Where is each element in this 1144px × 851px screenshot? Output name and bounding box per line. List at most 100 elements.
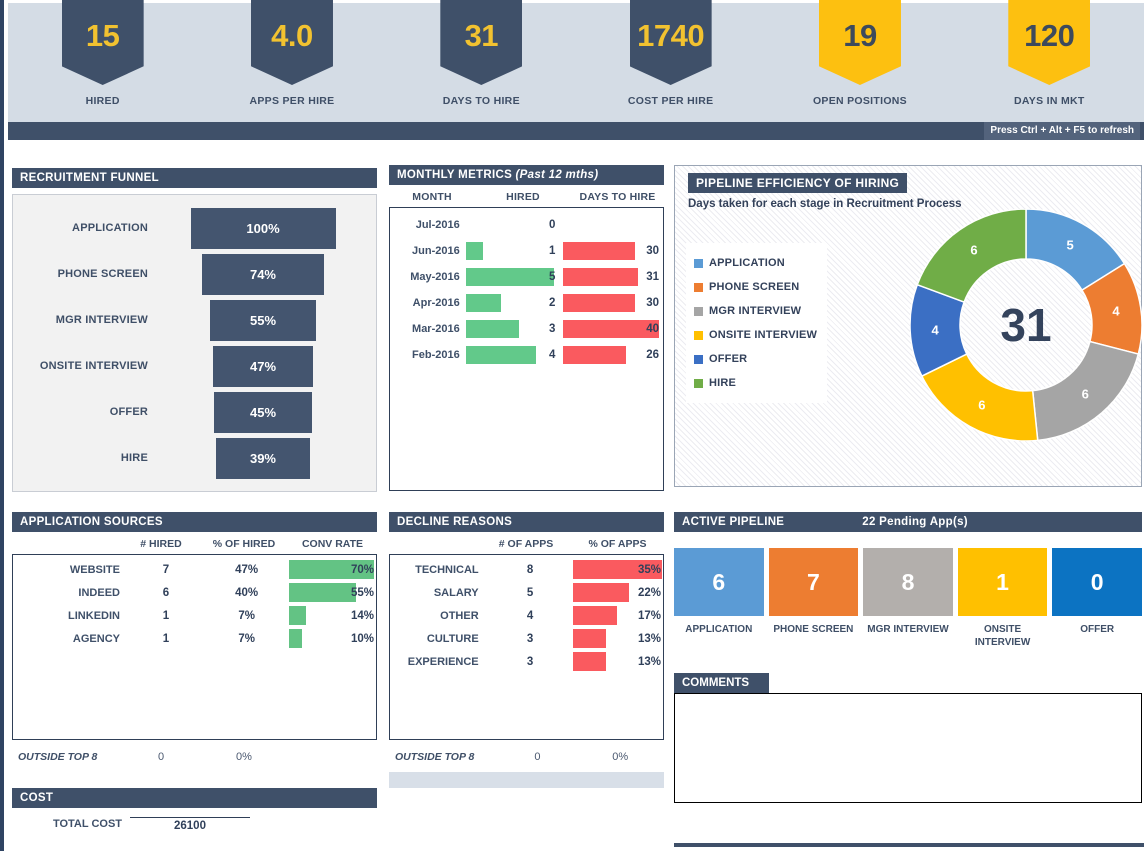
donut-legend: APPLICATION PHONE SCREEN MGR INTERVIEW ONSI… xyxy=(686,243,827,403)
decline-apps-count: 4 xyxy=(487,610,574,622)
column-pct-hired: % OF HIRED xyxy=(200,538,288,550)
funnel-stage: APPLICATION100% xyxy=(13,205,364,251)
decline-reasons-outside-row: OUTSIDE TOP 8 0 0% xyxy=(389,740,664,770)
pipeline-tile[interactable]: 6 xyxy=(674,548,764,616)
pipeline-tile-label: OFFER xyxy=(1052,623,1142,649)
legend-item: APPLICATION xyxy=(694,251,817,275)
monthly-metrics-panel: MONTHLY METRICS (Past 12 mths) MONTH HIR… xyxy=(389,165,664,491)
conv-rate-bar xyxy=(289,583,356,602)
application-source-row: AGENCY17%10% xyxy=(13,627,376,650)
kpi-flag: 19 xyxy=(819,0,901,85)
kpi-value: 4.0 xyxy=(271,20,313,65)
outside-top8-label: OUTSIDE TOP 8 xyxy=(12,751,122,763)
month-label: Feb-2016 xyxy=(390,349,466,361)
decline-reason-row: EXPERIENCE313% xyxy=(390,650,663,673)
application-sources-columns: # HIRED % OF HIRED CONV RATE xyxy=(12,532,377,554)
kpi-flag: 31 xyxy=(440,0,522,85)
days-to-hire-value: 40 xyxy=(646,323,659,335)
funnel-stage-label: HIRE xyxy=(13,452,162,464)
decline-reasons-rows: TECHNICAL835%SALARY522%OTHER417%CULTURE3… xyxy=(389,554,664,740)
outside-top8-pct: 0% xyxy=(200,751,288,763)
active-pipeline-tiles: 67810 xyxy=(674,548,1142,616)
decline-reasons-title: DECLINE REASONS xyxy=(389,512,664,532)
decline-pct-cell: 22% xyxy=(573,583,663,602)
decline-pct-bar xyxy=(573,606,616,625)
kpi-value: 19 xyxy=(843,20,876,65)
hired-cell: 1 xyxy=(466,241,564,261)
conv-rate-bar xyxy=(289,606,306,625)
days-to-hire-value: 30 xyxy=(646,297,659,309)
source-pct-hired: 7% xyxy=(204,610,290,622)
pipeline-tile[interactable]: 8 xyxy=(863,548,953,616)
pipeline-tile[interactable]: 0 xyxy=(1052,548,1142,616)
month-label: Jun-2016 xyxy=(390,245,466,257)
column-num-hired: # HIRED xyxy=(122,538,200,550)
hired-cell: 3 xyxy=(466,319,564,339)
legend-label: MGR INTERVIEW xyxy=(709,305,801,317)
days-to-hire-cell: 40 xyxy=(563,319,663,339)
application-sources-title: APPLICATION SOURCES xyxy=(12,512,377,532)
decline-pct-value: 35% xyxy=(638,564,661,576)
kpi-label: DAYS TO HIRE xyxy=(443,95,520,107)
decline-pct-value: 13% xyxy=(638,633,661,645)
monthly-metrics-title-sub: (Past 12 mths) xyxy=(516,169,599,181)
decline-pct-cell: 35% xyxy=(573,560,663,579)
donut-chart: 31 546646 xyxy=(910,209,1142,441)
hired-value: 1 xyxy=(549,245,555,257)
legend-swatch-icon xyxy=(694,355,703,364)
donut-segment-label: 6 xyxy=(1082,387,1089,402)
comments-input[interactable] xyxy=(674,693,1142,803)
donut-center-value: 31 xyxy=(1000,298,1051,352)
funnel-track: 45% xyxy=(162,392,364,433)
total-cost-row: TOTAL COST 26100 xyxy=(12,808,377,836)
funnel-stage-label: ONSITE INTERVIEW xyxy=(13,360,162,372)
pipeline-tile-label: APPLICATION xyxy=(674,623,764,649)
monthly-metrics-title: MONTHLY METRICS (Past 12 mths) xyxy=(389,165,664,185)
month-label: Jul-2016 xyxy=(390,219,466,231)
source-hired: 6 xyxy=(128,587,204,599)
source-pct-hired: 7% xyxy=(204,633,290,645)
footer-rule xyxy=(674,843,1144,847)
hired-cell: 4 xyxy=(466,345,564,365)
legend-item: OFFER xyxy=(694,347,817,371)
days-to-hire-cell: 30 xyxy=(563,241,663,261)
funnel-stage-bar: 47% xyxy=(213,346,313,387)
days-to-hire-cell xyxy=(563,215,663,235)
decline-reason-row: SALARY522% xyxy=(390,581,663,604)
conv-rate-cell: 55% xyxy=(289,583,376,602)
legend-swatch-icon xyxy=(694,307,703,316)
source-pct-hired: 40% xyxy=(204,587,290,599)
hired-bar xyxy=(466,294,501,312)
total-cost-value: 26100 xyxy=(130,817,250,832)
decline-pct-bar xyxy=(573,652,606,671)
legend-label: ONSITE INTERVIEW xyxy=(709,329,817,341)
kpi-label: DAYS IN MKT xyxy=(1014,95,1085,107)
column-pct-apps: % OF APPS xyxy=(571,538,664,550)
decline-apps-count: 5 xyxy=(487,587,574,599)
hired-bar xyxy=(466,346,536,364)
pipeline-tile[interactable]: 1 xyxy=(958,548,1048,616)
legend-label: PHONE SCREEN xyxy=(709,281,799,293)
column-hired: HIRED xyxy=(475,191,571,203)
outside-top8-hired: 0 xyxy=(122,751,200,763)
decline-reason-name: TECHNICAL xyxy=(390,564,487,576)
monthly-metrics-row: May-2016531 xyxy=(390,264,663,290)
conv-rate-cell: 70% xyxy=(289,560,376,579)
month-label: Apr-2016 xyxy=(390,297,466,309)
conv-rate-cell: 10% xyxy=(289,629,376,648)
application-sources-panel: APPLICATION SOURCES # HIRED % OF HIRED C… xyxy=(12,512,377,770)
decline-outside-top8-label: OUTSIDE TOP 8 xyxy=(389,751,499,763)
column-source xyxy=(12,538,122,550)
pipeline-tile[interactable]: 7 xyxy=(769,548,859,616)
source-pct-hired: 47% xyxy=(204,564,290,576)
hired-cell: 5 xyxy=(466,267,564,287)
month-label: Mar-2016 xyxy=(390,323,466,335)
days-to-hire-value: 31 xyxy=(646,271,659,283)
decline-reasons-panel: DECLINE REASONS # OF APPS % OF APPS TECH… xyxy=(389,512,664,788)
source-hired: 1 xyxy=(128,633,204,645)
monthly-metrics-columns: MONTH HIRED DAYS TO HIRE xyxy=(389,185,664,207)
active-pipeline-labels: APPLICATIONPHONE SCREENMGR INTERVIEWONSI… xyxy=(674,623,1142,649)
funnel-title: RECRUITMENT FUNNEL xyxy=(12,168,377,188)
pipeline-efficiency-title: PIPELINE EFFICIENCY OF HIRING xyxy=(688,173,907,193)
hired-value: 2 xyxy=(549,297,555,309)
